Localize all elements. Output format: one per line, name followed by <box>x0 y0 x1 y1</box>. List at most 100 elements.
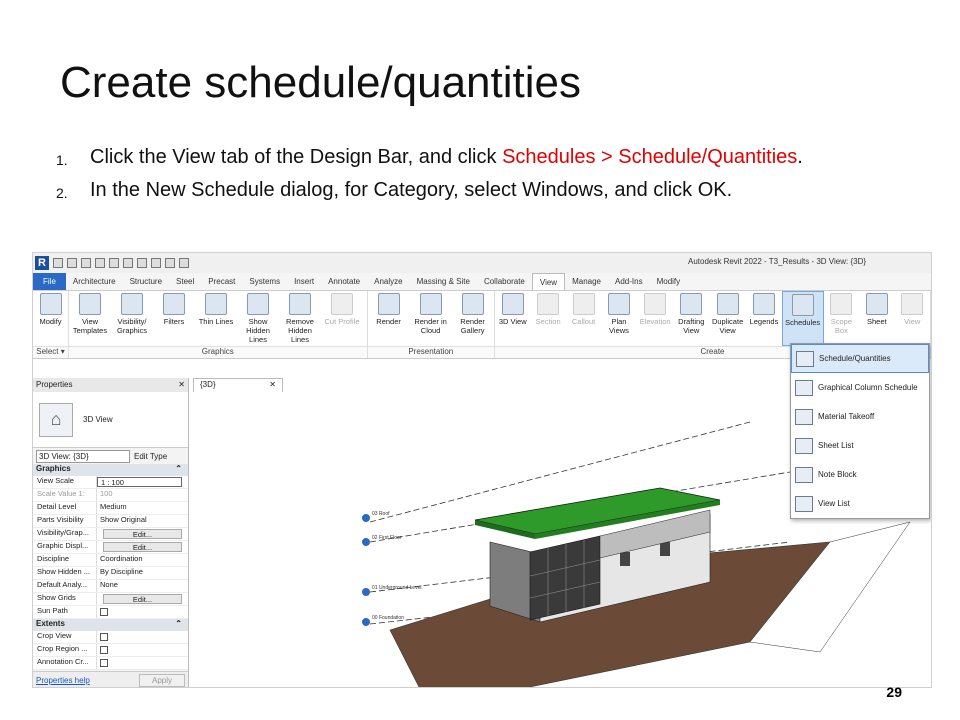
edit-type-button[interactable]: Edit Type <box>134 452 167 461</box>
property-checkbox[interactable] <box>97 644 188 656</box>
redo-icon[interactable] <box>123 258 133 268</box>
tab-manage[interactable]: Manage <box>565 273 608 290</box>
instance-dropdown[interactable]: 3D View: {3D} <box>36 449 130 463</box>
tab-file[interactable]: File <box>33 273 66 290</box>
menu-item-note-block[interactable]: Note Block <box>791 460 929 489</box>
graphics-panel: View Templates Visibility/ Graphics Filter… <box>69 291 368 358</box>
apply-button[interactable]: Apply <box>138 674 185 687</box>
property-value[interactable]: 1 : 100 <box>97 477 182 487</box>
close-icon[interactable]: ✕ <box>178 380 185 390</box>
menu-item-graphical-column-schedule[interactable]: Graphical Column Schedule <box>791 373 929 402</box>
step-number: 2. <box>56 185 68 201</box>
sync-icon[interactable] <box>95 258 105 268</box>
scope-box-icon <box>830 293 853 315</box>
tab-architecture[interactable]: Architecture <box>66 273 123 290</box>
measure-icon[interactable] <box>151 258 161 268</box>
tool-filters[interactable]: Filters <box>153 291 195 346</box>
checkbox[interactable] <box>100 646 108 654</box>
property-group-extents[interactable]: Extents ⌃ <box>33 619 188 631</box>
tool-visibility-graphics[interactable]: Visibility/ Graphics <box>111 291 153 346</box>
tab-massing-site[interactable]: Massing & Site <box>410 273 477 290</box>
tool-render[interactable]: Render <box>368 291 410 346</box>
tab-collaborate[interactable]: Collaborate <box>477 273 532 290</box>
tab-modify[interactable]: Modify <box>650 273 688 290</box>
edit-button[interactable]: Edit... <box>103 542 182 552</box>
menu-item-sheet-list[interactable]: Sheet List <box>791 431 929 460</box>
tab-structure[interactable]: Structure <box>123 273 169 290</box>
checkbox[interactable] <box>100 633 108 641</box>
checkbox[interactable] <box>100 608 108 616</box>
type-selector[interactable]: ⌂ 3D View <box>33 392 188 448</box>
tool-thin-lines[interactable]: Thin Lines <box>195 291 237 346</box>
tool-schedules[interactable]: Schedules <box>781 291 824 346</box>
render-in-cloud-icon <box>419 293 442 315</box>
tool-label: Schedules <box>785 318 821 327</box>
tool-scope-box[interactable]: Scope Box <box>824 291 859 346</box>
tool-elevation[interactable]: Elevation <box>637 291 674 346</box>
tool-duplicate-view[interactable]: Duplicate View <box>709 291 746 346</box>
save-icon[interactable] <box>81 258 91 268</box>
property-row: Default Analy... None <box>33 580 188 593</box>
tool-view-templates[interactable]: View Templates <box>69 291 111 346</box>
property-row: View Scale 1 : 100 <box>33 476 188 489</box>
menu-item-label: Graphical Column Schedule <box>818 383 918 392</box>
tool-label: Scope Box <box>830 317 853 335</box>
tab-annotate[interactable]: Annotate <box>321 273 367 290</box>
tool-label: Elevation <box>639 317 671 326</box>
tool-3d-view[interactable]: 3D View <box>495 291 530 346</box>
tab-view[interactable]: View <box>531 273 566 290</box>
tool-drafting-view[interactable]: Drafting View <box>674 291 709 346</box>
tool-render-in-cloud[interactable]: Render in Cloud <box>410 291 452 346</box>
tool-section[interactable]: Section <box>530 291 565 346</box>
schedules-icon <box>791 294 814 316</box>
tool-render-gallery[interactable]: Render Gallery <box>452 291 494 346</box>
menu-item-material-takeoff[interactable]: Material Takeoff <box>791 402 929 431</box>
menu-item-label: Note Block <box>818 470 857 479</box>
tab-insert[interactable]: Insert <box>287 273 321 290</box>
menu-item-view-list[interactable]: View List <box>791 489 929 518</box>
tool-plan-views[interactable]: Plan Views <box>601 291 636 346</box>
properties-palette: Properties ✕ ⌂ 3D View 3D View: {3D} Edi… <box>33 378 189 687</box>
undo-icon[interactable] <box>109 258 119 268</box>
tab-3d-view[interactable]: {3D} ✕ <box>193 378 283 392</box>
collapse-icon[interactable]: ⌃ <box>175 619 182 631</box>
tab-add-ins[interactable]: Add-Ins <box>608 273 650 290</box>
property-group-graphics[interactable]: Graphics ⌃ <box>33 464 188 476</box>
properties-help-link[interactable]: Properties help <box>36 676 90 685</box>
tool-modify[interactable]: Modify <box>33 291 68 346</box>
print-icon[interactable] <box>137 258 147 268</box>
step-text-pre: Click the View tab of the Design Bar, an… <box>90 146 503 168</box>
tool-legends[interactable]: Legends <box>746 291 781 346</box>
home-icon[interactable] <box>53 258 63 268</box>
menu-item-label: Material Takeoff <box>818 412 875 421</box>
tool-remove-hidden-lines[interactable]: Remove Hidden Lines <box>279 291 321 346</box>
render-icon <box>377 293 400 315</box>
tool-callout[interactable]: Callout <box>566 291 601 346</box>
text-icon[interactable] <box>165 258 175 268</box>
menu-item-schedule-quantities[interactable]: Schedule/Quantities <box>791 344 929 373</box>
3d-view-icon[interactable] <box>179 258 189 268</box>
property-checkbox[interactable] <box>97 631 188 643</box>
property-checkbox[interactable] <box>97 657 188 669</box>
property-checkbox[interactable] <box>97 606 188 618</box>
edit-button[interactable]: Edit... <box>103 529 182 539</box>
panel-label: Graphics <box>69 346 367 358</box>
close-icon[interactable]: ✕ <box>269 380 276 391</box>
open-icon[interactable] <box>67 258 77 268</box>
property-row: Scale Value 1: 100 <box>33 489 188 502</box>
tab-analyze[interactable]: Analyze <box>367 273 409 290</box>
tab-steel[interactable]: Steel <box>169 273 201 290</box>
checkbox[interactable] <box>100 659 108 667</box>
tool-show-hidden-lines[interactable]: Show Hidden Lines <box>237 291 279 346</box>
tool-cut-profile[interactable]: Cut Profile <box>321 291 363 346</box>
edit-button[interactable]: Edit... <box>103 594 182 604</box>
collapse-icon[interactable]: ⌃ <box>175 464 182 476</box>
property-value: 100 <box>100 489 113 498</box>
tab-precast[interactable]: Precast <box>201 273 242 290</box>
tab-systems[interactable]: Systems <box>242 273 287 290</box>
tool-sheet[interactable]: Sheet <box>859 291 894 346</box>
tool-label: Render Gallery <box>460 317 485 335</box>
revit-logo[interactable]: R <box>35 256 49 270</box>
panel-label[interactable]: Select ▾ <box>33 346 68 358</box>
tool-view[interactable]: View <box>895 291 930 346</box>
